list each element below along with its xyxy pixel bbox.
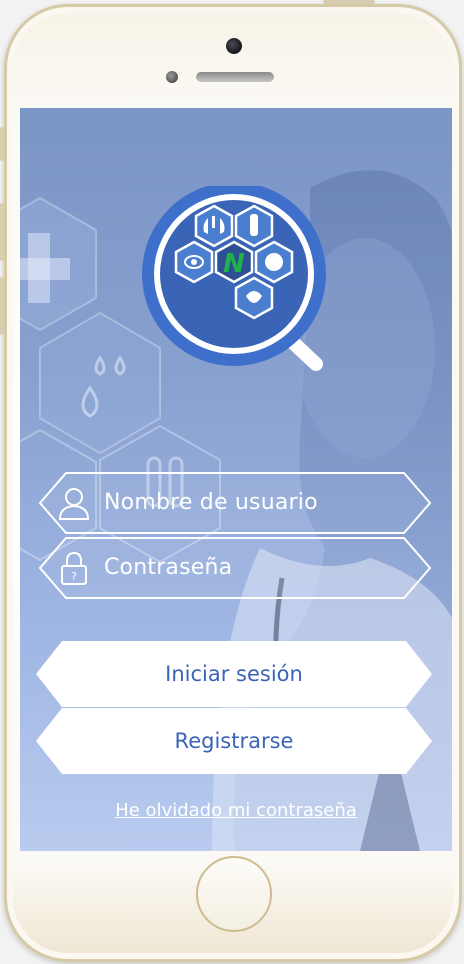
home-button[interactable] bbox=[196, 856, 272, 932]
app-logo: N bbox=[142, 186, 326, 371]
password-field-border bbox=[38, 537, 432, 599]
password-field[interactable]: ? Contraseña bbox=[38, 537, 432, 599]
register-button-label: Registrarse bbox=[174, 729, 294, 753]
mute-switch bbox=[0, 127, 4, 161]
volume-up-button bbox=[0, 203, 4, 261]
front-camera bbox=[226, 38, 242, 54]
logo-letter: N bbox=[223, 249, 245, 279]
earpiece-speaker bbox=[196, 72, 274, 82]
volume-down-button bbox=[0, 277, 4, 335]
user-icon bbox=[58, 488, 90, 520]
forgot-password-link[interactable]: He olvidado mi contraseña bbox=[20, 800, 452, 821]
login-button-label: Iniciar sesión bbox=[165, 662, 303, 686]
password-input[interactable]: Contraseña bbox=[104, 537, 232, 599]
register-button[interactable]: Registrarse bbox=[36, 708, 432, 774]
proximity-sensor bbox=[166, 71, 178, 83]
power-button bbox=[323, 0, 375, 4]
username-input[interactable]: Nombre de usuario bbox=[104, 472, 318, 534]
app-screen: N Nombre de usuario ? Contraseña Iniciar… bbox=[20, 108, 452, 851]
lock-icon: ? bbox=[61, 551, 87, 585]
login-button[interactable]: Iniciar sesión bbox=[36, 641, 432, 707]
username-field[interactable]: Nombre de usuario bbox=[38, 472, 432, 534]
svg-text:?: ? bbox=[71, 570, 77, 583]
